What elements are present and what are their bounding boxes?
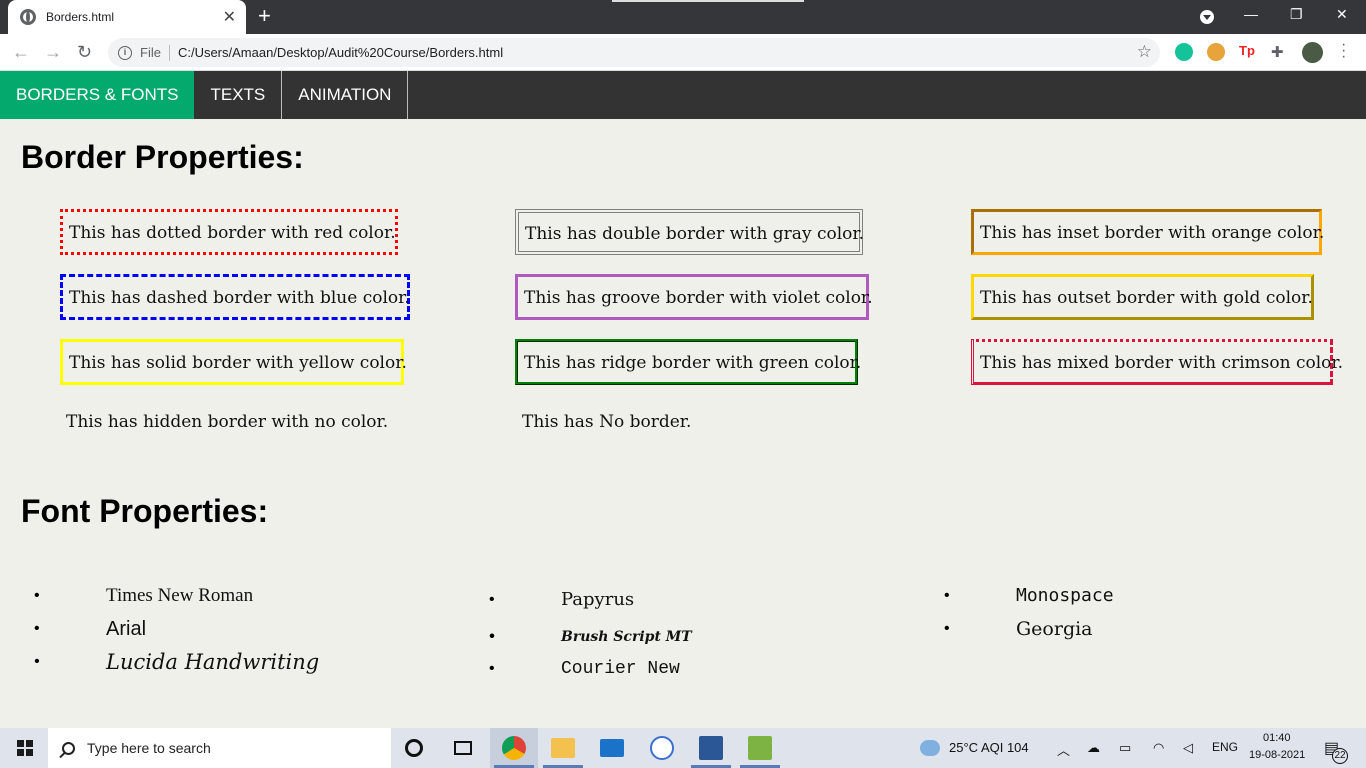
- hidden-border-box: This has hidden border with no color.: [66, 412, 389, 432]
- minimize-button[interactable]: —: [1244, 6, 1258, 22]
- close-window-button[interactable]: ✕: [1336, 6, 1348, 23]
- mixed-border-box: This has mixed border with crimson color…: [971, 339, 1343, 385]
- tab-close-icon[interactable]: ✕: [223, 7, 236, 27]
- task-view-icon[interactable]: [454, 741, 472, 755]
- tab-title: Borders.html: [46, 10, 115, 24]
- list-item: Monospace: [944, 581, 1114, 614]
- windows-start-icon[interactable]: [17, 740, 33, 756]
- notification-count: 22: [1332, 748, 1348, 764]
- tray-chevron-icon[interactable]: ︿: [1057, 740, 1070, 759]
- page-navbar: BORDERS & FONTS TEXTS ANIMATION: [0, 71, 1366, 119]
- browser-tab-strip: Borders.html ✕ + — ❐ ✕: [0, 0, 1366, 34]
- taskbar: Type here to search 25°C AQI 104 ︿ ☁ ▭ ◠…: [0, 728, 1366, 768]
- dashed-border-box: This has dashed border with blue color.: [60, 274, 410, 320]
- weather-text[interactable]: 25°C AQI 104: [949, 740, 1029, 755]
- list-item: Papyrus: [489, 585, 692, 622]
- mail-icon[interactable]: [600, 739, 624, 757]
- clock-date[interactable]: 19-08-2021: [1249, 749, 1305, 761]
- font-list-col3: Monospace Georgia: [944, 581, 1114, 647]
- weather-icon[interactable]: [920, 740, 940, 756]
- nav-borders-fonts[interactable]: BORDERS & FONTS: [0, 71, 195, 119]
- bookmark-star-icon[interactable]: ☆: [1137, 42, 1152, 62]
- battery-icon[interactable]: ▭: [1119, 740, 1131, 756]
- tab-search-icon[interactable]: [1200, 10, 1214, 24]
- notepad-icon[interactable]: [748, 736, 772, 760]
- ridge-border-box: This has ridge border with green color.: [515, 339, 861, 385]
- window-drag-strip: [612, 0, 804, 2]
- font-list-col1: Times New Roman Arial Lucida Handwriting: [34, 581, 319, 680]
- list-item: Times New Roman: [34, 581, 319, 614]
- new-tab-button[interactable]: +: [258, 4, 271, 28]
- address-toolbar: ← → ↻ i File C:/Users/Amaan/Desktop/Audi…: [0, 34, 1366, 71]
- info-icon[interactable]: i: [118, 45, 132, 60]
- editor-icon[interactable]: [650, 736, 674, 760]
- no-border-box: This has No border.: [522, 412, 692, 432]
- address-url[interactable]: C:/Users/Amaan/Desktop/Audit%20Course/Bo…: [178, 45, 503, 60]
- list-item: Arial: [34, 614, 319, 647]
- menu-kebab-icon[interactable]: · · ·: [1341, 37, 1346, 65]
- tp-icon[interactable]: Tp: [1239, 43, 1257, 61]
- reload-button[interactable]: ↻: [77, 42, 92, 63]
- forward-button[interactable]: →: [44, 42, 62, 63]
- chrome-icon[interactable]: [502, 736, 526, 760]
- nav-texts[interactable]: TEXTS: [194, 71, 283, 119]
- font-list-col2: Papyrus Brush Script MT Courier New: [489, 585, 692, 687]
- nav-animation[interactable]: ANIMATION: [282, 71, 409, 119]
- search-icon: [62, 741, 75, 755]
- file-explorer-icon[interactable]: [551, 738, 575, 758]
- onedrive-icon[interactable]: ☁: [1087, 740, 1100, 756]
- double-border-box: This has double border with gray color.: [515, 209, 864, 255]
- inset-border-box: This has inset border with orange color.: [971, 209, 1324, 255]
- address-divider: [168, 44, 170, 61]
- list-item: Lucida Handwriting: [34, 647, 319, 680]
- outset-border-box: This has outset border with gold color.: [971, 274, 1314, 320]
- border-heading: Border Properties:: [21, 139, 304, 175]
- browser-tab[interactable]: Borders.html ✕: [8, 0, 246, 34]
- list-item: Brush Script MT: [489, 622, 692, 654]
- word-icon[interactable]: [699, 736, 723, 760]
- address-bar[interactable]: i File C:/Users/Amaan/Desktop/Audit%20Co…: [108, 38, 1160, 67]
- groove-border-box: This has groove border with violet color…: [515, 274, 873, 320]
- taskbar-search-input[interactable]: Type here to search: [48, 728, 391, 768]
- address-scheme: File: [140, 45, 161, 60]
- search-placeholder: Type here to search: [87, 740, 211, 756]
- cortana-icon[interactable]: [405, 739, 423, 757]
- dotted-border-box: This has dotted border with red color.: [60, 209, 398, 255]
- grammarly-icon[interactable]: [1175, 43, 1193, 61]
- clock-time[interactable]: 01:40: [1263, 732, 1291, 744]
- profile-avatar[interactable]: [1302, 42, 1323, 63]
- list-item: Georgia: [944, 614, 1114, 647]
- restore-button[interactable]: ❐: [1290, 6, 1303, 23]
- puzzle-icon[interactable]: ✚: [1271, 43, 1289, 61]
- font-heading: Font Properties:: [21, 493, 269, 529]
- list-item: Courier New: [489, 654, 692, 687]
- language-indicator[interactable]: ENG: [1212, 740, 1238, 754]
- honey-icon[interactable]: [1207, 43, 1225, 61]
- solid-border-box: This has solid border with yellow color.: [60, 339, 407, 385]
- page-content: Border Properties: This has dotted borde…: [0, 119, 1366, 728]
- wifi-icon[interactable]: ◠: [1153, 740, 1164, 756]
- back-button[interactable]: ←: [12, 42, 30, 63]
- globe-icon: [20, 9, 36, 25]
- volume-icon[interactable]: ◁: [1183, 740, 1193, 756]
